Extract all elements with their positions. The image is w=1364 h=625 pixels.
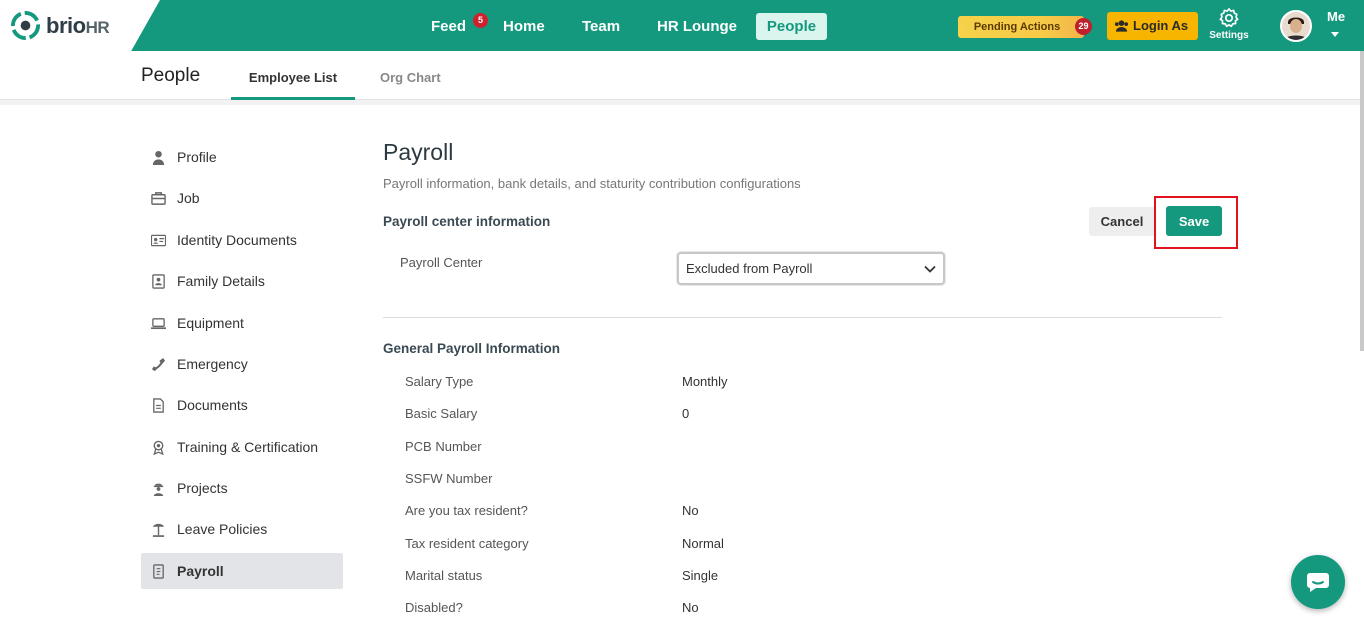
section-divider [383,317,1222,318]
logo[interactable]: brioHR [0,0,160,51]
field-label-salary-type: Salary Type [405,374,474,389]
sidebar-item-leave-policies[interactable]: Leave Policies [141,511,343,547]
sidebar-item-label: Equipment [177,315,244,331]
section-title-payroll-center: Payroll center information [383,214,551,229]
gear-icon [1219,8,1239,28]
laptop-icon [151,318,166,330]
pending-actions-button[interactable]: Pending Actions [958,16,1084,38]
feed-count-badge: 5 [473,13,488,28]
sidebar-item-family-details[interactable]: Family Details [141,263,343,299]
field-label-tax-resident-category: Tax resident category [405,536,529,551]
tab-employee-list[interactable]: Employee List [231,70,355,100]
sub-header: People Employee List Org Chart [0,51,1364,100]
sidebar-item-label: Profile [177,149,217,165]
sidebar-item-payroll[interactable]: Payroll [141,553,343,589]
field-label-tax-resident: Are you tax resident? [405,503,528,518]
contact-book-icon [152,274,165,289]
users-icon [1114,20,1129,32]
sidebar-item-projects[interactable]: Projects [141,470,343,506]
sidebar-item-label: Training & Certification [177,439,319,455]
sidebar-item-emergency[interactable]: Emergency [141,346,343,382]
sidebar-item-label: Emergency [177,356,248,372]
sidebar-item-label: Job [177,190,200,206]
field-label-marital-status: Marital status [405,568,483,583]
sidebar-item-identity-documents[interactable]: Identity Documents [141,222,343,258]
top-navbar: brioHR Feed 5 Home Team HR Lounge People… [0,0,1364,51]
field-label-basic-salary: Basic Salary [405,406,478,421]
chat-icon [1307,573,1329,592]
brio-logo-icon [11,11,40,40]
field-label-ssfw-number: SSFW Number [405,471,493,486]
sidebar-item-label: Identity Documents [177,232,297,248]
settings-button[interactable]: Settings [1206,5,1252,47]
field-label-pcb-number: PCB Number [405,439,482,454]
sidebar-item-label: Family Details [177,273,265,289]
save-button-highlight-box [1154,196,1238,249]
field-value-tax-resident: No [682,503,699,518]
page-title: Payroll [383,139,454,165]
login-as-button[interactable]: Login As [1107,12,1198,40]
pending-actions-count-badge: 29 [1075,18,1092,35]
section-title-general-payroll: General Payroll Information [383,341,561,356]
sidebar-item-label: Leave Policies [177,521,268,537]
login-as-label: Login As [1133,18,1189,33]
field-value-salary-type: Monthly [682,374,728,389]
receipt-icon [153,564,164,579]
scrollbar[interactable] [1360,51,1364,351]
me-menu-label[interactable]: Me [1327,9,1345,24]
sidebar-item-label: Payroll [177,563,224,579]
field-value-basic-salary: 0 [682,406,690,421]
sidebar-item-job[interactable]: Job [141,180,343,216]
nav-hr-lounge[interactable]: HR Lounge [657,13,737,40]
logo-text: brioHR [46,13,110,38]
payroll-center-selected-value: Excluded from Payroll [686,261,813,276]
settings-label: Settings [1209,30,1249,41]
field-value-marital-status: Single [682,568,719,583]
header-divider [0,100,1364,105]
nav-home[interactable]: Home [503,13,545,40]
payroll-center-select[interactable]: Excluded from Payroll [677,252,945,285]
cancel-button[interactable]: Cancel [1089,207,1155,236]
tab-org-chart[interactable]: Org Chart [380,70,441,100]
nav-people[interactable]: People [756,13,827,40]
sidebar-item-label: Documents [177,397,248,413]
field-value-disabled: No [682,600,699,615]
field-value-tax-resident-category: Normal [682,536,724,551]
document-icon [153,398,164,413]
worker-icon [153,483,164,496]
sidebar-item-profile[interactable]: Profile [141,139,343,175]
sidebar-item-documents[interactable]: Documents [141,387,343,423]
payroll-center-label: Payroll Center [400,255,483,270]
id-card-icon [151,234,166,247]
avatar[interactable] [1280,10,1312,42]
chat-button[interactable] [1291,555,1345,609]
nav-team[interactable]: Team [582,13,620,40]
user-avatar-icon [1282,12,1310,40]
sidebar-item-label: Projects [177,480,228,496]
chevron-down-icon[interactable] [1331,32,1339,37]
award-icon [153,440,164,455]
sidebar-item-equipment[interactable]: Equipment [141,305,343,341]
chevron-down-icon [924,265,936,273]
page-description: Payroll information, bank details, and s… [383,176,801,191]
user-icon [152,150,165,165]
briefcase-icon [151,192,166,205]
sidebar-item-training-certification[interactable]: Training & Certification [141,429,343,465]
field-label-disabled: Disabled? [405,600,463,615]
beach-icon [152,523,165,537]
page-section-title: People [141,65,201,86]
nav-feed[interactable]: Feed [431,13,466,40]
phone-icon [151,357,166,372]
